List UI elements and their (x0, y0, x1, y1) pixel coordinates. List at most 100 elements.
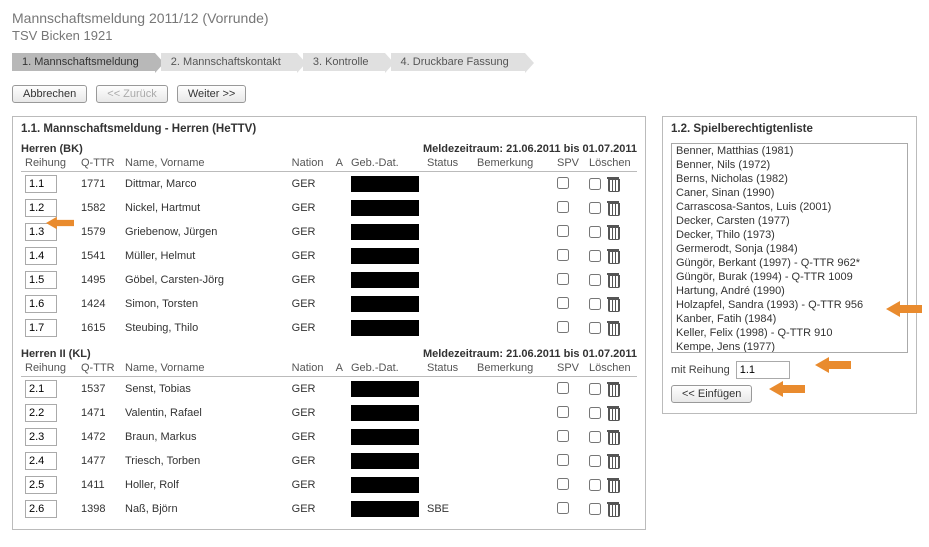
rank-input[interactable] (25, 247, 57, 265)
delete-checkbox[interactable] (589, 322, 601, 334)
delete-checkbox[interactable] (589, 503, 601, 515)
list-item[interactable]: Decker, Thilo (1973) (672, 228, 907, 242)
list-item[interactable]: Berns, Nicholas (1982) (672, 172, 907, 186)
trash-icon[interactable] (607, 201, 619, 215)
list-item[interactable]: Güngör, Berkant (1997) - Q-TTR 962* (672, 256, 907, 270)
with-rank-input[interactable] (736, 361, 790, 379)
spv-checkbox[interactable] (557, 225, 569, 237)
delete-checkbox[interactable] (589, 274, 601, 286)
rank-input[interactable] (25, 223, 57, 241)
team-table: ReihungQ-TTRName, VornameNationAGeb.-Dat… (21, 360, 637, 521)
trash-icon[interactable] (607, 273, 619, 287)
trash-icon[interactable] (607, 478, 619, 492)
col-qttr: Q-TTR (77, 155, 121, 172)
delete-checkbox[interactable] (589, 383, 601, 395)
cell-qttr: 1477 (77, 449, 121, 473)
list-item[interactable]: Hartung, André (1990) (672, 284, 907, 298)
redacted-dob (351, 429, 419, 445)
cell-name: Senst, Tobias (121, 377, 288, 402)
list-item[interactable]: Carrascosa-Santos, Luis (2001) (672, 200, 907, 214)
list-item[interactable]: Germerodt, Sonja (1984) (672, 242, 907, 256)
spv-checkbox[interactable] (557, 201, 569, 213)
wizard-step[interactable]: 4. Druckbare Fassung (391, 53, 525, 71)
table-row: 1398Naß, BjörnGERSBE (21, 497, 637, 521)
spv-checkbox[interactable] (557, 430, 569, 442)
rank-input[interactable] (25, 476, 57, 494)
spv-checkbox[interactable] (557, 406, 569, 418)
trash-icon[interactable] (607, 297, 619, 311)
cell-qttr: 1537 (77, 377, 121, 402)
list-item[interactable]: Benner, Matthias (1981) (672, 144, 907, 158)
trash-icon[interactable] (607, 177, 619, 191)
spv-checkbox[interactable] (557, 249, 569, 261)
trash-icon[interactable] (607, 454, 619, 468)
meldezeitraum: Meldezeitraum: 21.06.2011 bis 01.07.2011 (423, 348, 637, 360)
insert-button[interactable]: << Einfügen (671, 385, 752, 403)
rank-input[interactable] (25, 319, 57, 337)
table-row: 1495Göbel, Carsten-JörgGER (21, 268, 637, 292)
rank-input[interactable] (25, 404, 57, 422)
list-item[interactable]: Kanber, Fatih (1984) (672, 312, 907, 326)
wizard-step[interactable]: 2. Mannschaftskontakt (161, 53, 297, 71)
list-item[interactable]: Decker, Carsten (1977) (672, 214, 907, 228)
spv-checkbox[interactable] (557, 478, 569, 490)
delete-checkbox[interactable] (589, 202, 601, 214)
rank-input[interactable] (25, 380, 57, 398)
list-item[interactable]: Kempe, Jens (1977) (672, 340, 907, 353)
action-buttons: Abbrechen << Zurück Weiter >> (12, 85, 917, 103)
trash-icon[interactable] (607, 382, 619, 396)
next-button[interactable]: Weiter >> (177, 85, 247, 103)
col-geb: Geb.-Dat. (347, 155, 423, 172)
rank-input[interactable] (25, 175, 57, 193)
cell-status (423, 244, 473, 268)
trash-icon[interactable] (607, 225, 619, 239)
cell-status (423, 449, 473, 473)
delete-checkbox[interactable] (589, 431, 601, 443)
trash-icon[interactable] (607, 502, 619, 516)
rank-input[interactable] (25, 271, 57, 289)
table-row: 1424Simon, TorstenGER (21, 292, 637, 316)
spv-checkbox[interactable] (557, 502, 569, 514)
list-item[interactable]: Holzapfel, Sandra (1993) - Q-TTR 956 (672, 298, 907, 312)
delete-checkbox[interactable] (589, 226, 601, 238)
cell-qttr: 1411 (77, 473, 121, 497)
cell-bemerkung (473, 497, 553, 521)
delete-checkbox[interactable] (589, 298, 601, 310)
trash-icon[interactable] (607, 430, 619, 444)
rank-input[interactable] (25, 452, 57, 470)
delete-checkbox[interactable] (589, 407, 601, 419)
table-row: 1411Holler, RolfGER (21, 473, 637, 497)
spv-checkbox[interactable] (557, 273, 569, 285)
wizard-step[interactable]: 1. Mannschaftsmeldung (12, 53, 155, 71)
cell-bemerkung (473, 449, 553, 473)
trash-icon[interactable] (607, 406, 619, 420)
list-item[interactable]: Caner, Sinan (1990) (672, 186, 907, 200)
delete-checkbox[interactable] (589, 250, 601, 262)
cell-status (423, 316, 473, 340)
delete-checkbox[interactable] (589, 479, 601, 491)
spv-checkbox[interactable] (557, 454, 569, 466)
list-item[interactable]: Güngör, Burak (1994) - Q-TTR 1009 (672, 270, 907, 284)
rank-input[interactable] (25, 428, 57, 446)
wizard-step[interactable]: 3. Kontrolle (303, 53, 385, 71)
cell-status (423, 292, 473, 316)
rank-input[interactable] (25, 295, 57, 313)
spv-checkbox[interactable] (557, 297, 569, 309)
cell-nation: GER (288, 401, 332, 425)
rank-input[interactable] (25, 199, 57, 217)
spv-checkbox[interactable] (557, 321, 569, 333)
page-title: Mannschaftsmeldung 2011/12 (Vorrunde) (12, 10, 917, 26)
eligible-listbox[interactable]: Benner, Matthias (1981)Benner, Nils (197… (671, 143, 908, 353)
rank-input[interactable] (25, 500, 57, 518)
trash-icon[interactable] (607, 321, 619, 335)
cancel-button[interactable]: Abbrechen (12, 85, 87, 103)
trash-icon[interactable] (607, 249, 619, 263)
cell-a (332, 425, 347, 449)
spv-checkbox[interactable] (557, 382, 569, 394)
list-item[interactable]: Benner, Nils (1972) (672, 158, 907, 172)
list-item[interactable]: Keller, Felix (1998) - Q-TTR 910 (672, 326, 907, 340)
spv-checkbox[interactable] (557, 177, 569, 189)
cell-qttr: 1771 (77, 172, 121, 197)
delete-checkbox[interactable] (589, 178, 601, 190)
delete-checkbox[interactable] (589, 455, 601, 467)
